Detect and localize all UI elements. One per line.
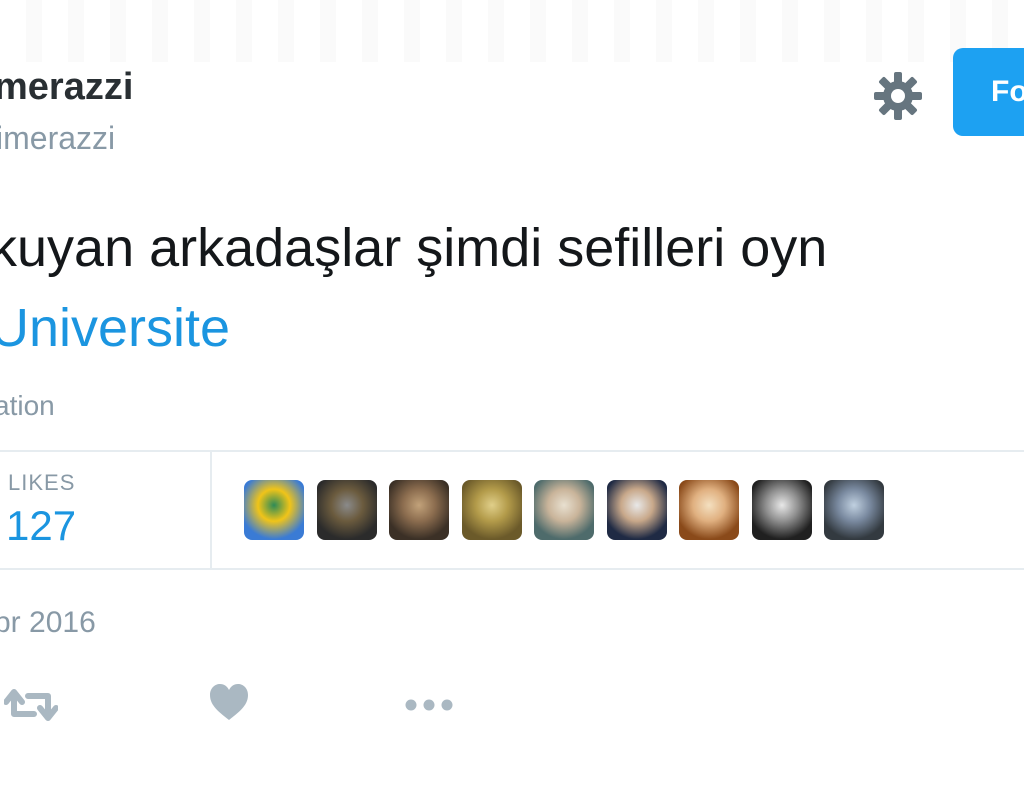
tweet-page: merazzi imerazzi Fo kuyan arkadaşlar şim… [0,0,1024,800]
stats-bottom-divider [0,568,1024,570]
user-handle[interactable]: imerazzi [0,120,115,157]
avatar[interactable] [751,480,812,540]
avatar[interactable] [316,480,377,540]
gear-icon[interactable] [872,70,924,122]
avatar[interactable] [824,480,884,540]
stats-top-divider [0,450,1024,452]
avatar[interactable] [244,480,304,540]
likes-count[interactable]: 127 [6,502,76,550]
like-icon[interactable] [208,680,250,730]
stats-separator [210,452,212,568]
tweet-text: kuyan arkadaşlar şimdi sefilleri oyn Uni… [0,208,827,368]
retweet-icon[interactable] [3,680,59,730]
hashtag-link[interactable]: Universite [0,298,230,358]
top-fade [0,0,1024,62]
tweet-timestamp[interactable]: pr 2016 [0,606,96,640]
likes-label: LIKES [8,470,76,495]
avatar[interactable] [534,480,594,540]
tweet-body: kuyan arkadaşlar şimdi sefilleri oyn [0,218,828,278]
avatar[interactable] [389,480,449,540]
avatar[interactable] [679,480,739,540]
avatar[interactable] [461,480,522,540]
follow-button[interactable]: Fo [953,48,1024,136]
display-name[interactable]: merazzi [0,66,133,109]
more-icon[interactable] [402,680,456,730]
avatar[interactable] [606,480,667,540]
translate-link[interactable]: ation [0,390,55,422]
